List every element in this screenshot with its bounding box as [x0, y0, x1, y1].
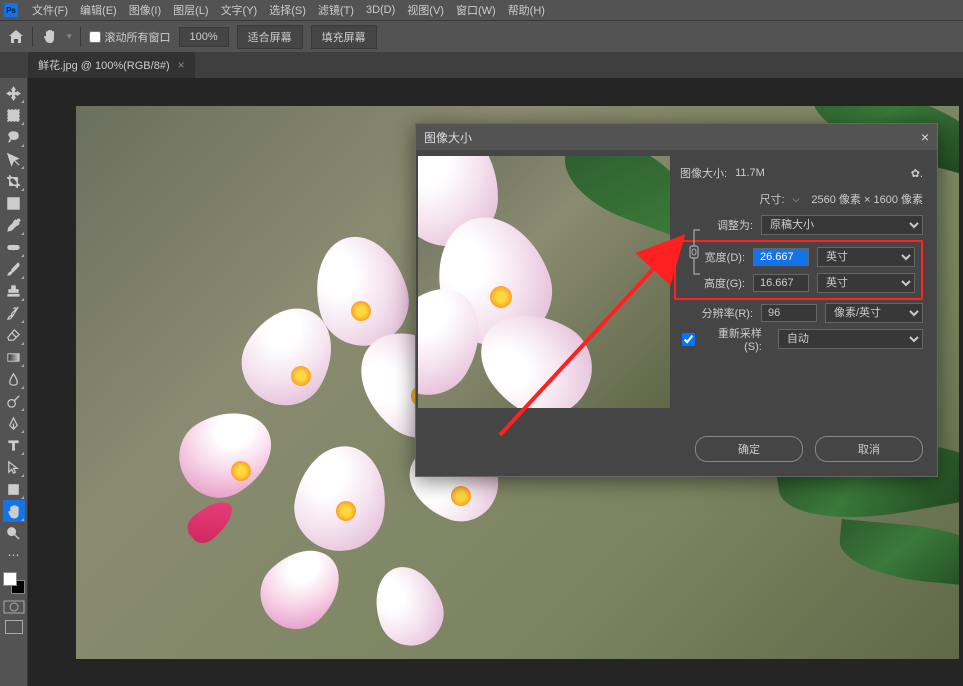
home-icon[interactable] — [8, 29, 24, 45]
scroll-all-input[interactable] — [89, 31, 101, 43]
menu-filter[interactable]: 滤镜(T) — [312, 0, 360, 21]
resolution-label: 分辨率(R): — [702, 305, 753, 321]
resolution-unit-select[interactable]: 像素/英寸 — [825, 303, 923, 323]
image-preview — [418, 156, 670, 408]
healing-tool[interactable] — [3, 236, 25, 258]
gear-icon[interactable]: ✿. — [911, 167, 923, 180]
menu-type[interactable]: 文字(Y) — [215, 0, 264, 21]
adjust-select[interactable]: 原稿大小 — [761, 215, 923, 235]
screen-mode-toggle[interactable] — [5, 620, 23, 634]
menu-file[interactable]: 文件(F) — [26, 0, 74, 21]
fill-screen-button[interactable]: 填充屏幕 — [311, 25, 377, 49]
menu-select[interactable]: 选择(S) — [263, 0, 312, 21]
shape-tool[interactable] — [3, 478, 25, 500]
blur-tool[interactable] — [3, 368, 25, 390]
eraser-tool[interactable] — [3, 324, 25, 346]
cancel-button[interactable]: 取消 — [815, 436, 923, 462]
scroll-all-label: 滚动所有窗口 — [105, 29, 171, 45]
dimensions-label: 尺寸: — [760, 191, 785, 207]
dialog-title: 图像大小 — [424, 129, 472, 146]
stamp-tool[interactable] — [3, 280, 25, 302]
options-bar: ▾ 滚动所有窗口 100% 适合屏幕 填充屏幕 — [0, 20, 963, 52]
close-dialog-icon[interactable]: × — [921, 129, 929, 145]
chevron-down-icon[interactable]: ⌵ — [793, 194, 800, 205]
adjust-label: 调整为: — [717, 217, 753, 233]
dropdown-icon[interactable]: ▾ — [67, 31, 72, 42]
pen-tool[interactable] — [3, 412, 25, 434]
menu-window[interactable]: 窗口(W) — [450, 0, 502, 21]
eyedropper-tool[interactable] — [3, 214, 25, 236]
link-dimensions-icon[interactable] — [686, 226, 706, 281]
menu-help[interactable]: 帮助(H) — [502, 0, 551, 21]
color-swatch[interactable] — [3, 572, 25, 594]
quick-select-tool[interactable] — [3, 148, 25, 170]
edit-toolbar[interactable]: ⋯ — [3, 544, 25, 566]
gradient-tool[interactable] — [3, 346, 25, 368]
width-label: 宽度(D): — [705, 249, 745, 265]
move-tool[interactable] — [3, 82, 25, 104]
height-unit-select[interactable]: 英寸 — [817, 273, 915, 293]
brush-tool[interactable] — [3, 258, 25, 280]
menu-image[interactable]: 图像(I) — [123, 0, 167, 21]
menu-edit[interactable]: 编辑(E) — [74, 0, 123, 21]
marquee-tool[interactable] — [3, 104, 25, 126]
image-size-value: 11.7M — [735, 167, 795, 179]
menu-layer[interactable]: 图层(L) — [167, 0, 214, 21]
resample-select[interactable]: 自动 — [778, 329, 923, 349]
scroll-all-checkbox[interactable]: 滚动所有窗口 — [89, 29, 171, 45]
height-label: 高度(G): — [704, 275, 745, 291]
type-tool[interactable] — [3, 434, 25, 456]
resolution-input[interactable] — [761, 304, 817, 322]
menu-view[interactable]: 视图(V) — [401, 0, 450, 21]
ps-logo-icon: Ps — [4, 3, 18, 17]
menu-3d[interactable]: 3D(D) — [360, 1, 401, 19]
tab-title: 鲜花.jpg @ 100%(RGB/8#) — [38, 57, 170, 73]
quick-mask-toggle[interactable] — [3, 600, 25, 616]
dialog-titlebar[interactable]: 图像大小 × — [416, 124, 937, 150]
resample-checkbox[interactable] — [682, 333, 695, 346]
document-tab-bar: 鲜花.jpg @ 100%(RGB/8#) × — [0, 52, 963, 78]
close-tab-icon[interactable]: × — [178, 58, 185, 72]
hand-tool-icon[interactable] — [41, 28, 59, 46]
width-unit-select[interactable]: 英寸 — [817, 247, 915, 267]
tool-palette: ⋯ — [0, 78, 28, 686]
image-size-dialog: 图像大小 × 图像大小: 11.7M ✿. 尺寸: ⌵ 2560 像素 × 16… — [415, 123, 938, 477]
divider — [32, 27, 33, 47]
ok-button[interactable]: 确定 — [695, 436, 803, 462]
crop-tool[interactable] — [3, 170, 25, 192]
document-tab[interactable]: 鲜花.jpg @ 100%(RGB/8#) × — [28, 52, 195, 78]
hand-tool[interactable] — [3, 500, 25, 522]
divider — [80, 27, 81, 47]
path-select-tool[interactable] — [3, 456, 25, 478]
history-brush-tool[interactable] — [3, 302, 25, 324]
frame-tool[interactable] — [3, 192, 25, 214]
height-input[interactable] — [753, 274, 809, 292]
resample-label: 重新采样(S): — [707, 325, 762, 353]
dodge-tool[interactable] — [3, 390, 25, 412]
menu-bar: Ps 文件(F) 编辑(E) 图像(I) 图层(L) 文字(Y) 选择(S) 滤… — [0, 0, 963, 20]
zoom-tool[interactable] — [3, 522, 25, 544]
lasso-tool[interactable] — [3, 126, 25, 148]
fit-screen-button[interactable]: 适合屏幕 — [237, 25, 303, 49]
zoom-level[interactable]: 100% — [179, 27, 229, 47]
width-input[interactable] — [753, 248, 809, 266]
dimensions-value: 2560 像素 × 1600 像素 — [811, 191, 923, 207]
image-size-label: 图像大小: — [680, 165, 727, 181]
